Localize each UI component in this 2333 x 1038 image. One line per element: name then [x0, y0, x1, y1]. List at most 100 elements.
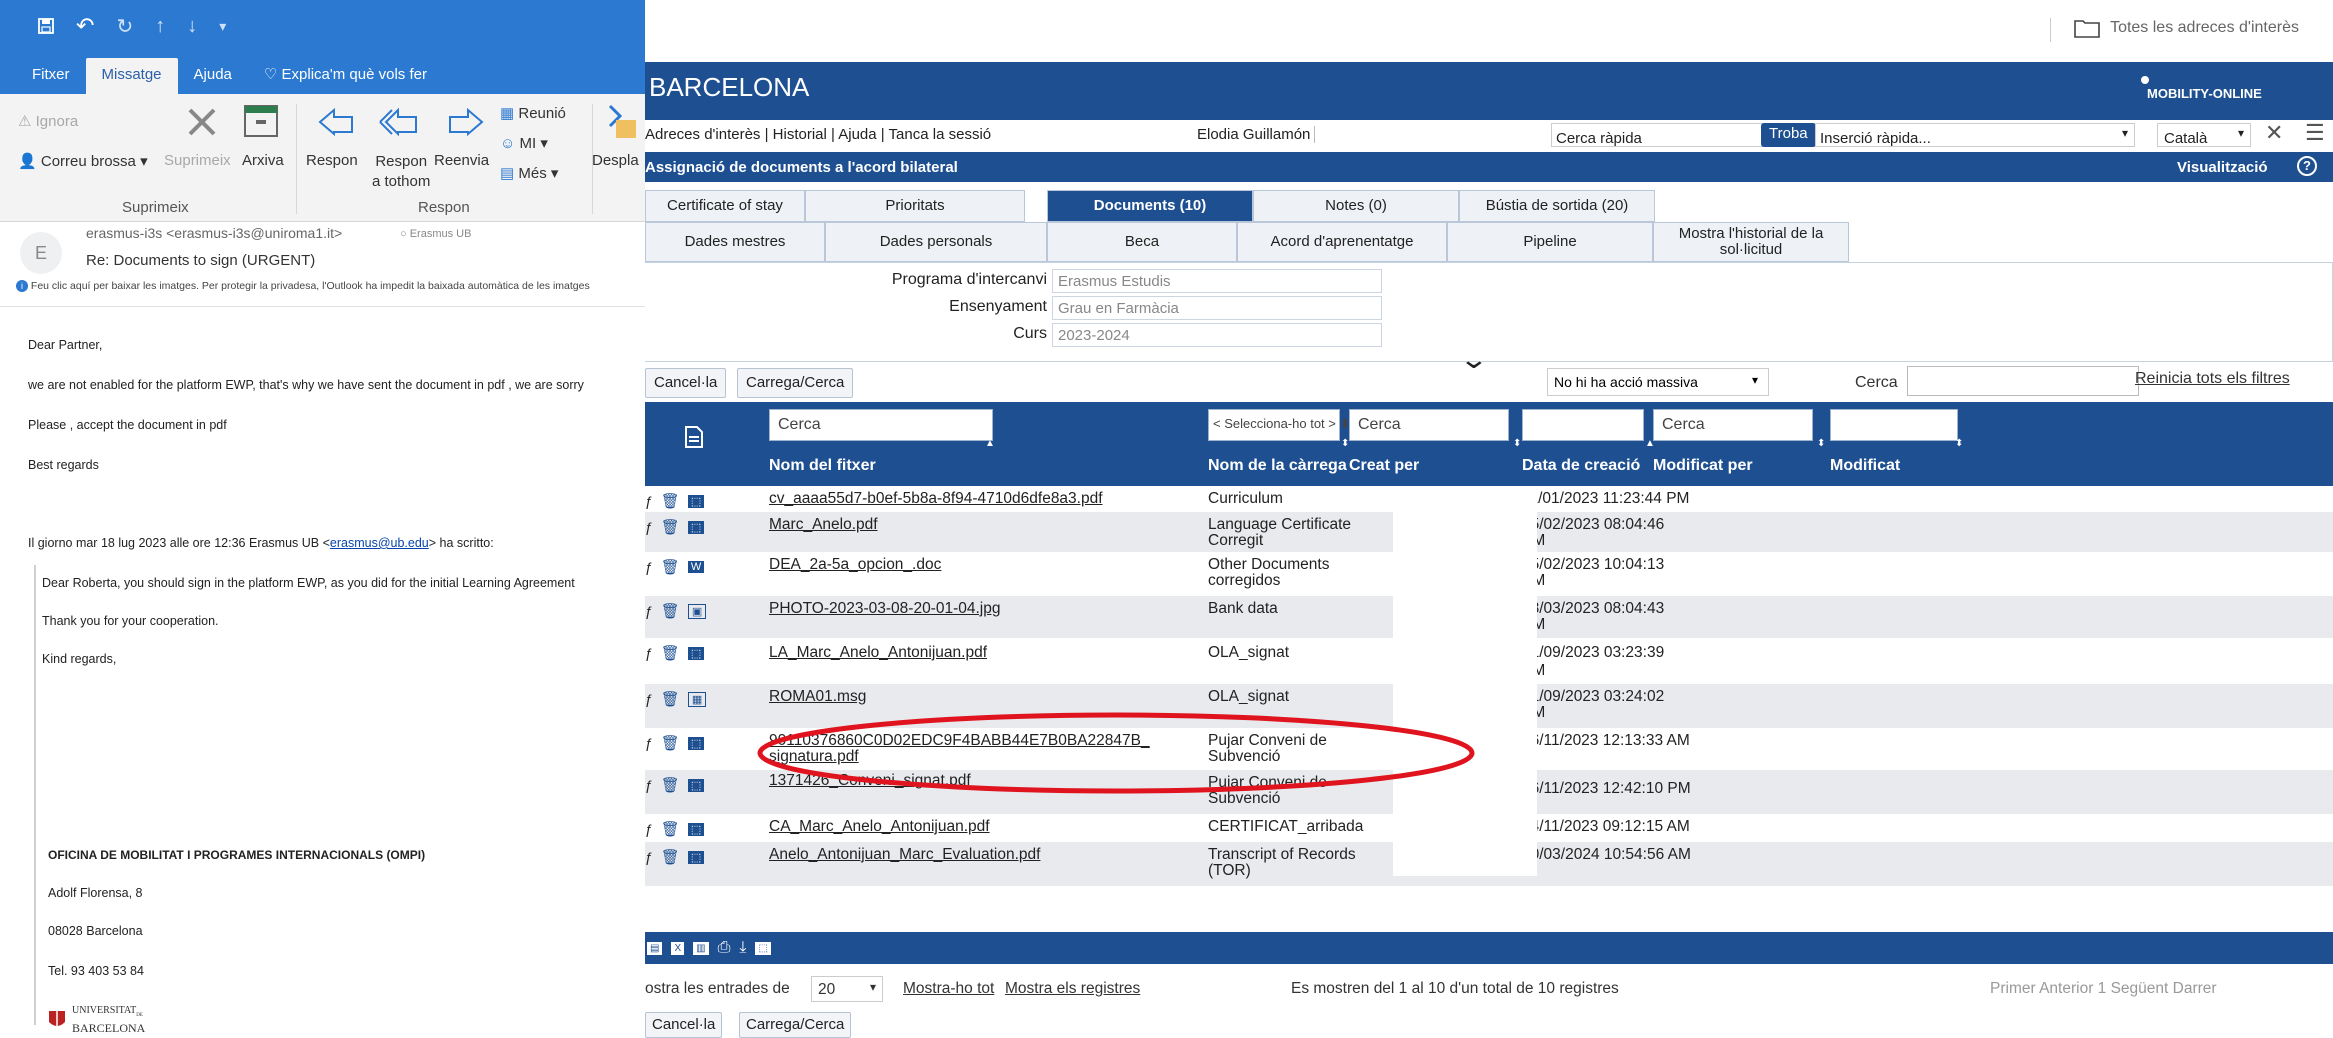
image-file-icon[interactable]: ▣ [687, 603, 707, 619]
print-icon[interactable]: ⎙ [718, 939, 731, 957]
edit-icon[interactable]: ƒ [645, 645, 653, 661]
tab-master-data[interactable]: Dades mestres [645, 222, 825, 262]
email-from[interactable]: erasmus-i3s <erasmus-i3s@uniroma1.it> [86, 225, 342, 241]
message-file-icon[interactable]: ▦ [687, 691, 707, 707]
tab-outbox[interactable]: Bústia de sortida (20) [1459, 190, 1655, 222]
col-created-date[interactable]: Data de creació [1522, 457, 1640, 475]
arrow-up-icon[interactable]: ↑ [155, 15, 165, 38]
col-upload-name[interactable]: Nom de la càrrega [1208, 457, 1347, 475]
tab-application-history[interactable]: Mostra l'historial de la sol·licitud [1653, 222, 1849, 262]
cancel-button[interactable]: Cancel·la [645, 368, 727, 398]
trash-icon[interactable]: 🗑 [661, 820, 680, 838]
ignore-button[interactable]: ⚠ Ignora [18, 112, 78, 130]
show-records-link[interactable]: Mostra els registres [1005, 980, 1140, 998]
creator-filter-input[interactable]: Cerca [1349, 409, 1509, 441]
pdf-icon[interactable]: ⬚ [687, 520, 705, 534]
html-export-icon[interactable]: ▥ [693, 941, 709, 955]
delete-button[interactable]: Suprimeix [164, 152, 231, 169]
quick-insert-select[interactable]: Inserció ràpida... ▾ [1815, 123, 2135, 147]
pdf-icon[interactable]: ⬚ [687, 494, 705, 508]
trash-icon[interactable]: 🗑 [661, 492, 680, 510]
show-all-link[interactable]: Mostra-ho tot [903, 980, 994, 998]
collapse-chevron-icon[interactable]: ⌄ [1459, 344, 1490, 375]
edit-icon[interactable]: ƒ [645, 777, 653, 793]
sort-icon[interactable]: ⬍ [1513, 438, 1521, 449]
pdf-icon[interactable]: ⬚ [687, 736, 705, 750]
tab-documents[interactable]: Documents (10) [1047, 190, 1253, 222]
tab-grant[interactable]: Beca [1047, 222, 1237, 262]
type-filter-select[interactable]: < Selecciona-ho tot > ⬍ [1208, 409, 1350, 441]
trash-icon[interactable]: 🗑 [661, 518, 680, 536]
modifier-filter-input[interactable]: Cerca [1653, 409, 1813, 441]
filename-filter-input[interactable]: Cerca [769, 409, 993, 441]
quote-email-link[interactable]: erasmus@ub.edu [330, 536, 429, 550]
arrow-down-icon[interactable]: ↓ [187, 15, 197, 38]
edit-icon[interactable]: ƒ [645, 559, 653, 575]
trash-icon[interactable]: 🗑 [661, 776, 680, 794]
tab-notes[interactable]: Notes (0) [1253, 190, 1459, 222]
col-created-by[interactable]: Creat per [1349, 457, 1419, 475]
move-button[interactable]: Despla [592, 152, 639, 169]
tab-pipeline[interactable]: Pipeline [1447, 222, 1653, 262]
reply-button[interactable]: Respon [306, 152, 358, 169]
pdf-icon[interactable]: ⬚ [687, 822, 705, 836]
cancel-button-bottom[interactable]: Cancel·la [645, 1012, 723, 1038]
save-icon[interactable] [38, 18, 54, 34]
word-doc-icon[interactable]: W [687, 561, 705, 573]
pdf-icon[interactable]: ⬚ [687, 646, 705, 660]
tab-certificate-of-stay[interactable]: Certificate of stay [645, 190, 805, 222]
file-link[interactable]: LA_Marc_Anelo_Antonijuan.pdf [769, 644, 987, 662]
tell-me-search[interactable]: ♡ Explica'm què vols fer [248, 58, 443, 94]
trash-icon[interactable]: 🗑 [661, 848, 680, 866]
tools-icon[interactable]: ✕ [2265, 120, 2283, 146]
images-info-bar[interactable]: i Feu clic aquí per baixar les imatges. … [16, 280, 645, 292]
upload-search-button[interactable]: Carrega/Cerca [737, 368, 854, 398]
csv-export-icon[interactable]: ▤ [647, 941, 663, 955]
bulk-action-select[interactable]: No hi ha acció massiva ▾ [1547, 368, 1769, 396]
trash-icon[interactable]: 🗑 [661, 558, 680, 576]
reply-all-button[interactable]: Respon a tothom [372, 152, 430, 192]
file-link[interactable]: Anelo_Antonijuan_Marc_Evaluation.pdf [769, 846, 1040, 864]
file-link[interactable]: PHOTO-2023-03-08-20-01-04.jpg [769, 600, 1000, 618]
undo-icon[interactable]: ↶ [76, 13, 94, 39]
tab-message[interactable]: Missatge [85, 58, 178, 94]
tab-priorities[interactable]: Prioritats [805, 190, 1025, 222]
tab-personal-data[interactable]: Dades personals [825, 222, 1047, 262]
tab-help[interactable]: Ajuda [178, 58, 248, 94]
find-button[interactable]: Troba [1761, 123, 1816, 147]
im-button[interactable]: ☺ MI ▾ [500, 134, 548, 152]
sort-icon[interactable]: ⬍ [1817, 438, 1825, 449]
excel-export-icon[interactable]: X [671, 941, 685, 955]
trash-icon[interactable]: 🗑 [661, 602, 680, 620]
all-addresses-link[interactable]: Totes les adreces d'interès [2074, 18, 2299, 38]
redo-icon[interactable]: ↻ [116, 14, 133, 39]
edit-icon[interactable]: ƒ [645, 849, 653, 865]
file-link[interactable]: ROMA01.msg [769, 688, 866, 706]
calendar-icon[interactable]: ▦ [1623, 410, 1640, 431]
view-label[interactable]: Visualització [2177, 159, 2268, 176]
pdf-icon[interactable]: ⬚ [687, 850, 705, 864]
archive-button[interactable]: Arxiva [242, 152, 284, 169]
edit-icon[interactable]: ƒ [645, 821, 653, 837]
upload-search-button-bottom[interactable]: Carrega/Cerca [739, 1012, 852, 1038]
pdf-export-icon[interactable]: ⬚ [755, 941, 771, 955]
calendar-icon[interactable]: ▦ [1937, 410, 1954, 431]
col-modified[interactable]: Modificat [1830, 457, 1900, 475]
more-button[interactable]: ▤ Més ▾ [500, 164, 558, 182]
file-link[interactable]: CA_Marc_Anelo_Antonijuan.pdf [769, 818, 990, 836]
tab-file[interactable]: Fitxer [0, 58, 86, 94]
edit-icon[interactable]: ƒ [645, 735, 653, 751]
language-select[interactable]: Català ▾ [2157, 123, 2251, 147]
edit-icon[interactable]: ƒ [645, 603, 653, 619]
trash-icon[interactable]: 🗑 [661, 690, 680, 708]
file-link[interactable]: cv_aaaa55d7-b0ef-5b8a-8f94-4710d6dfe8a3.… [769, 490, 1103, 508]
sort-icon[interactable]: ⬍ [1955, 438, 1963, 449]
edit-icon[interactable]: ƒ [645, 519, 653, 535]
pdf-icon[interactable]: ⬚ [687, 778, 705, 792]
edit-icon[interactable]: ƒ [645, 493, 653, 509]
file-link[interactable]: DEA_2a-5a_opcion_.doc [769, 556, 941, 574]
col-filename[interactable]: Nom del fitxer [769, 457, 876, 475]
page-navigation[interactable]: Primer Anterior 1 Següent Darrer [1990, 980, 2217, 998]
table-search-input[interactable] [1907, 366, 2139, 396]
trash-icon[interactable]: 🗑 [661, 734, 680, 752]
